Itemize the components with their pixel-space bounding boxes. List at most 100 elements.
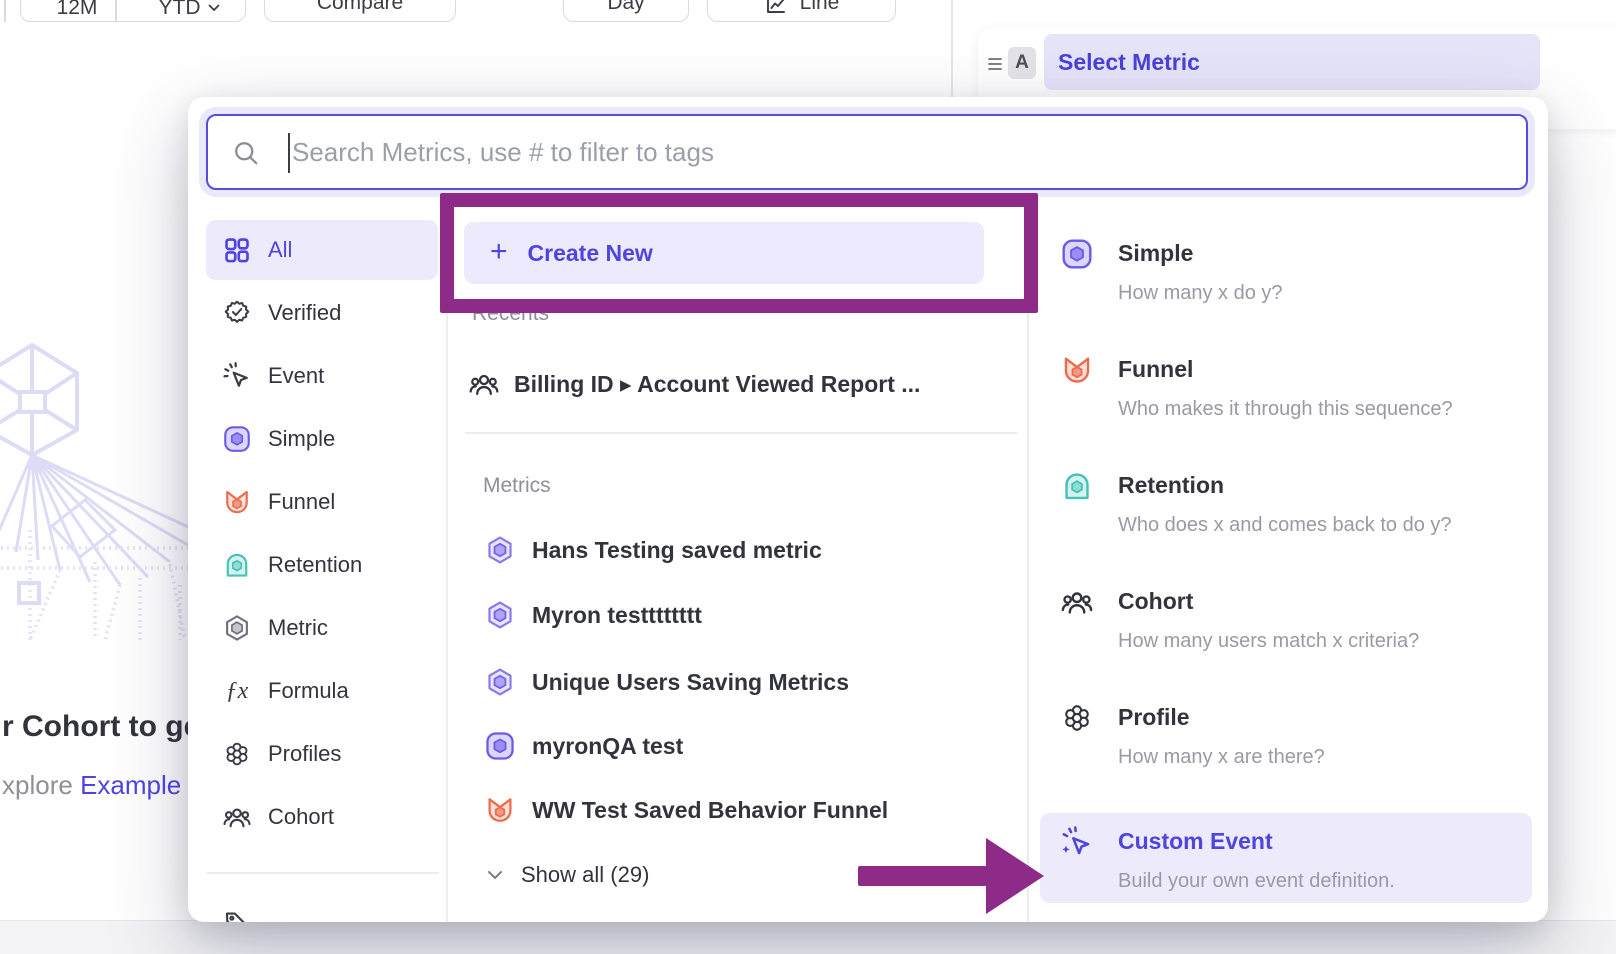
query-row-badge: A	[1008, 47, 1036, 79]
sidebar-item-label: Cohort	[268, 804, 334, 830]
metric-hexagon-icon	[484, 666, 516, 698]
metric-item-label: WW Test Saved Behavior Funnel	[532, 797, 888, 824]
metric-item[interactable]: WW Test Saved Behavior Funnel	[484, 793, 888, 827]
empty-state-explore-line: xplore Example	[2, 770, 181, 801]
metric-item[interactable]: myronQA test	[484, 729, 683, 763]
type-simple[interactable]: Simple How many x do y?	[1040, 237, 1532, 317]
type-description: Who does x and comes back to do y?	[1118, 514, 1452, 537]
cohort-icon	[468, 368, 500, 400]
compare-button[interactable]: Compare	[264, 0, 456, 22]
page-bottom-strip	[0, 920, 1616, 954]
verified-seal-icon	[222, 298, 252, 328]
type-title: Simple	[1118, 240, 1193, 267]
day-label: Day	[607, 0, 644, 15]
sidebar-item-simple[interactable]: Simple	[206, 409, 438, 469]
tag-icon	[222, 907, 252, 922]
sidebar-item-funnel[interactable]: Funnel	[206, 472, 438, 532]
funnel-icon	[222, 487, 252, 517]
cohort-icon	[1060, 585, 1094, 619]
sidebar-item-profiles[interactable]: Profiles	[206, 724, 438, 784]
simple-icon	[222, 424, 252, 454]
cursor-spark-icon	[1060, 825, 1094, 859]
example-board-link[interactable]: Example	[80, 770, 181, 800]
text-cursor	[288, 133, 290, 173]
recents-divider	[465, 432, 1017, 434]
show-all-label: Show all (29)	[521, 862, 649, 888]
metric-item-label: Unique Users Saving Metrics	[532, 669, 849, 696]
column-divider	[1027, 212, 1029, 922]
grid-icon	[222, 235, 252, 265]
chart-type-line-button[interactable]: Line	[707, 0, 896, 22]
metric-hexagon-icon	[484, 534, 516, 566]
recent-item-label: Billing ID ▸ Account Viewed Report ...	[514, 371, 920, 398]
metric-search-box[interactable]	[206, 114, 1528, 190]
type-description: Build your own event definition.	[1118, 870, 1395, 893]
segment-divider	[115, 0, 117, 21]
sidebar-item-cohort[interactable]: Cohort	[206, 787, 438, 847]
cursor-spark-icon	[222, 361, 252, 391]
sidebar-item-verified[interactable]: Verified	[206, 283, 438, 343]
sidebar-item-label: Retention	[268, 552, 362, 578]
column-divider	[446, 212, 448, 922]
star-spark	[1062, 846, 1069, 853]
type-description: How many x are there?	[1118, 746, 1325, 769]
show-all-button[interactable]: Show all (29)	[487, 862, 649, 888]
sidebar-item-label: Verified	[268, 300, 341, 326]
sidebar-divider	[207, 872, 439, 874]
recent-item-billing[interactable]: Billing ID ▸ Account Viewed Report ...	[468, 367, 920, 401]
type-description: Who makes it through this sequence?	[1118, 398, 1453, 421]
chevron-down-icon	[208, 4, 220, 12]
cohort-icon	[222, 802, 252, 832]
sidebar-item-formula[interactable]: ƒx Formula	[206, 661, 438, 721]
sidebar-item-label: Metric	[268, 615, 328, 641]
type-cohort[interactable]: Cohort How many users match x criteria?	[1040, 585, 1532, 665]
screen: 12M YTD Compare Day Line A Select Metric	[0, 0, 1616, 954]
profiles-icon	[222, 739, 252, 769]
select-metric-button[interactable]: Select Metric	[1044, 34, 1540, 90]
type-profile[interactable]: Profile How many x are there?	[1040, 701, 1532, 781]
sidebar-item-label: Funnel	[268, 489, 335, 515]
compare-label: Compare	[317, 0, 403, 15]
line-chart-icon	[764, 0, 788, 17]
type-description: How many users match x criteria?	[1118, 630, 1419, 653]
range-12m-label: 12M	[57, 0, 98, 20]
sidebar-item-all[interactable]: All	[206, 220, 438, 280]
date-range-segmented-control[interactable]: 12M YTD	[20, 0, 246, 22]
type-title: Custom Event	[1118, 828, 1273, 855]
type-funnel[interactable]: Funnel Who makes it through this sequenc…	[1040, 353, 1532, 433]
sidebar-item-tags-clipped[interactable]	[206, 892, 438, 922]
type-custom-event[interactable]: Custom Event Build your own event defini…	[1040, 825, 1532, 905]
type-title: Profile	[1118, 704, 1190, 731]
sidebar-item-retention[interactable]: Retention	[206, 535, 438, 595]
type-title: Cohort	[1118, 588, 1193, 615]
funnel-icon	[484, 794, 516, 826]
metric-item-label: Myron testttttttt	[532, 602, 702, 629]
query-row-letter: A	[1015, 52, 1029, 74]
range-ytd-button[interactable]: YTD	[133, 0, 245, 21]
sidebar-item-event[interactable]: Event	[206, 346, 438, 406]
sidebar-item-label: Event	[268, 363, 324, 389]
metric-item-label: myronQA test	[532, 733, 683, 760]
funnel-icon	[1060, 353, 1094, 387]
metric-item[interactable]: Unique Users Saving Metrics	[484, 665, 849, 699]
metric-item[interactable]: Hans Testing saved metric	[484, 533, 822, 567]
metric-search-input[interactable]	[208, 116, 1526, 188]
sidebar-item-label: All	[268, 237, 292, 263]
metric-item[interactable]: Myron testttttttt	[484, 598, 702, 632]
sidebar-item-metric[interactable]: Metric	[206, 598, 438, 658]
drag-handle-icon[interactable]	[986, 52, 1004, 81]
type-description: How many x do y?	[1118, 282, 1283, 305]
retention-icon	[1060, 469, 1094, 503]
simple-icon	[484, 730, 516, 762]
granularity-day-button[interactable]: Day	[563, 0, 689, 22]
annotation-arrow	[858, 866, 988, 886]
simple-icon	[1060, 237, 1094, 271]
line-label: Line	[800, 0, 840, 15]
type-title: Retention	[1118, 472, 1224, 499]
formula-icon: ƒx	[222, 678, 252, 705]
profiles-icon	[1060, 701, 1094, 735]
metric-item-label: Hans Testing saved metric	[532, 537, 822, 564]
sidebar-item-label: Formula	[268, 678, 349, 704]
type-retention[interactable]: Retention Who does x and comes back to d…	[1040, 469, 1532, 549]
annotation-highlight-box	[440, 193, 1038, 313]
